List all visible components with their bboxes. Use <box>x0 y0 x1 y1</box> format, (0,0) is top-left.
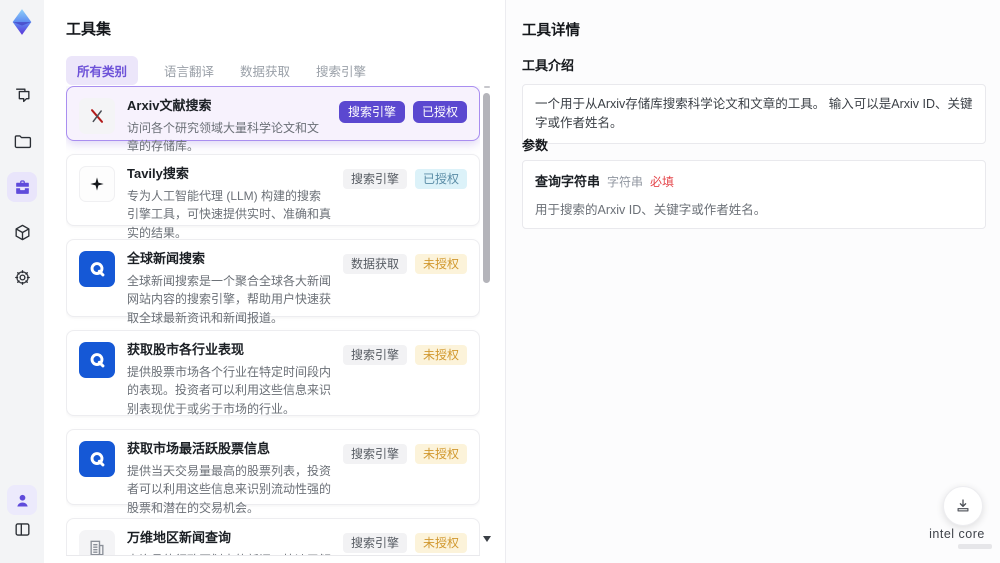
tab-search-engine[interactable]: 搜索引擎 <box>316 61 366 80</box>
param-name: 查询字符串 <box>535 174 601 189</box>
tool-name: 万维地区新闻查询 <box>127 530 232 545</box>
tool-card-most-active-stocks[interactable]: 获取市场最活跃股票信息 提供当天交易量最高的股票列表，投资者可以利用这些信息来识… <box>66 429 480 515</box>
tool-name: 全球新闻搜索 <box>127 251 206 266</box>
params-heading: 参数 <box>522 138 549 153</box>
page-title: 工具集 <box>66 21 112 38</box>
blue-q-icon <box>79 441 115 477</box>
tool-description: 提供当天交易量最高的股票列表，投资者可以利用这些信息来识别流动性强的股票和潜在的… <box>127 463 332 516</box>
tool-auth-badge: 未授权 <box>414 254 467 274</box>
param-description: 用于搜索的Arxiv ID、关键字或作者姓名。 <box>535 203 767 217</box>
intel-core-text: intel core <box>929 527 985 541</box>
toolbox-icon[interactable] <box>7 172 37 202</box>
intro-heading: 工具介绍 <box>522 58 575 73</box>
category-tabs: 所有类别 语言翻译 数据获取 搜索引擎 <box>66 56 366 85</box>
arxiv-icon <box>79 98 115 134</box>
sparkle-icon <box>79 166 115 202</box>
download-icon <box>957 499 969 512</box>
tool-description: 专为人工智能代理 (LLM) 构建的搜索引擎工具，可快速提供实时、准确和真实的结… <box>127 188 332 241</box>
tool-category-tag: 搜索引擎 <box>342 444 407 464</box>
list-scrollbar[interactable] <box>482 84 492 556</box>
tool-description: 提供股票市场各个行业在特定时间段内的表现。投资者可以利用这些信息来识别表现优于或… <box>127 364 332 417</box>
intel-logo-subbar <box>958 544 992 549</box>
tool-card-regional-news[interactable]: 万维地区新闻查询 查询具体行政区划内的新闻，快速了解各地新闻动 搜索引擎 未授权 <box>66 518 480 555</box>
building-icon <box>79 530 115 555</box>
param-box: 查询字符串 字符串 必填 用于搜索的Arxiv ID、关键字或作者姓名。 <box>522 160 986 229</box>
scrollbar-down-arrow[interactable] <box>483 536 491 542</box>
tool-description: 全球新闻搜索是一个聚合全球各大新闻网站内容的搜索引擎，帮助用户快速获取全球最新资… <box>127 273 332 326</box>
app-window: 工具集 所有类别 语言翻译 数据获取 搜索引擎 Arxiv文献搜索 访问各个研究… <box>0 0 1000 563</box>
details-title: 工具详情 <box>522 23 580 39</box>
tool-auth-badge: 未授权 <box>414 533 467 553</box>
scrollbar-thumb[interactable] <box>483 93 490 283</box>
blue-q-icon <box>79 342 115 378</box>
tab-language-translation[interactable]: 语言翻译 <box>164 61 214 80</box>
tab-data-fetch[interactable]: 数据获取 <box>240 61 290 80</box>
tool-category-tag: 搜索引擎 <box>342 169 407 189</box>
tab-all-categories[interactable]: 所有类别 <box>66 56 139 85</box>
cube-icon[interactable] <box>7 217 37 247</box>
tool-category-tag: 搜索引擎 <box>342 345 407 365</box>
scrollbar-up-arrow[interactable] <box>484 86 490 88</box>
tool-category-tag: 搜索引擎 <box>338 101 405 123</box>
tool-card-arxiv[interactable]: Arxiv文献搜索 访问各个研究领域大量科学论文和文章的存储库。 搜索引擎 已授… <box>66 86 480 153</box>
tool-category-tag: 数据获取 <box>342 254 407 274</box>
tool-card-global-news[interactable]: 全球新闻搜索 全球新闻搜索是一个聚合全球各大新闻网站内容的搜索引擎，帮助用户快速… <box>66 239 480 325</box>
tool-name: 获取股市各行业表现 <box>127 342 245 357</box>
user-icon[interactable] <box>7 485 37 515</box>
gear-icon[interactable] <box>7 262 37 292</box>
tool-card-list: Arxiv文献搜索 访问各个研究领域大量科学论文和文章的存储库。 搜索引擎 已授… <box>66 86 480 556</box>
tool-auth-badge: 未授权 <box>414 345 467 365</box>
tool-card-tavily[interactable]: Tavily搜索 专为人工智能代理 (LLM) 构建的搜索引擎工具，可快速提供实… <box>66 154 480 240</box>
download-button[interactable] <box>943 486 983 526</box>
tool-description: 访问各个研究领域大量科学论文和文章的存储库。 <box>127 120 320 154</box>
chat-icon[interactable] <box>7 80 37 110</box>
tool-name: 获取市场最活跃股票信息 <box>127 441 271 456</box>
icon-rail <box>0 0 44 563</box>
tool-description: 查询具体行政区划内的新闻，快速了解各地新闻动 <box>127 551 333 555</box>
param-type: 字符串 <box>607 175 644 189</box>
panel-toggle-icon[interactable] <box>7 514 37 544</box>
app-logo-icon[interactable] <box>8 8 36 36</box>
intel-core-logo: intel core <box>922 527 992 549</box>
tool-auth-badge: 未授权 <box>414 444 467 464</box>
intro-box: 一个用于从Arxiv存储库搜索科学论文和文章的工具。 输入可以是Arxiv ID… <box>522 84 986 144</box>
tool-details-panel: 工具详情 工具介绍 一个用于从Arxiv存储库搜索科学论文和文章的工具。 输入可… <box>505 0 1000 563</box>
tool-category-tag: 搜索引擎 <box>342 533 407 553</box>
tool-card-sector-performance[interactable]: 获取股市各行业表现 提供股票市场各个行业在特定时间段内的表现。投资者可以利用这些… <box>66 330 480 416</box>
blue-q-icon <box>79 251 115 287</box>
tool-list-panel: 工具集 所有类别 语言翻译 数据获取 搜索引擎 Arxiv文献搜索 访问各个研究… <box>44 0 505 563</box>
tool-auth-badge: 已授权 <box>412 101 467 123</box>
tool-name: Arxiv文献搜索 <box>127 98 212 113</box>
tool-auth-badge: 已授权 <box>414 169 467 189</box>
intro-text: 一个用于从Arxiv存储库搜索科学论文和文章的工具。 输入可以是Arxiv ID… <box>535 97 973 130</box>
param-required-badge: 必填 <box>650 175 675 189</box>
folder-icon[interactable] <box>7 126 37 156</box>
tool-name: Tavily搜索 <box>127 166 189 181</box>
